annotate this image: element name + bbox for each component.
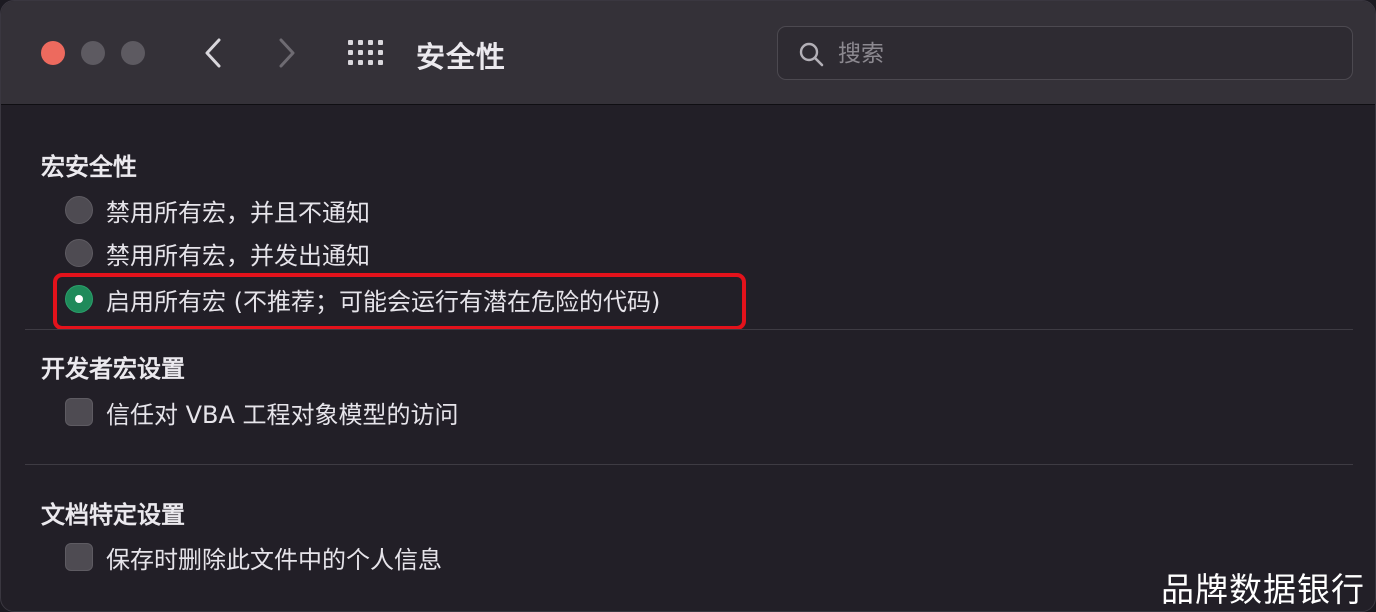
radio-button[interactable] [65,239,93,267]
checkbox-trust-vba[interactable]: 信任对 VBA 工程对象模型的访问 [65,397,459,429]
document-settings-heading: 文档特定设置 [41,501,185,529]
checkbox-remove-personal-info[interactable]: 保存时删除此文件中的个人信息 [65,542,442,574]
section-divider [25,464,1353,465]
preferences-window: 安全性 宏安全性 禁用所有宏，并且不通知 禁用所有宏，并发出通知 启用所有宏 (… [0,0,1376,612]
checkbox-label: 保存时删除此文件中的个人信息 [106,545,442,574]
radio-button[interactable] [65,196,93,224]
macro-security-heading: 宏安全性 [41,153,137,181]
highlight-annotation-box [53,273,746,330]
checkbox[interactable] [65,398,93,426]
search-box[interactable] [777,26,1353,80]
back-button[interactable] [199,35,229,71]
title-bar: 安全性 [1,1,1375,105]
radio-label: 禁用所有宏，并发出通知 [106,241,370,270]
watermark-text: 品牌数据银行 [1161,570,1365,609]
search-input[interactable] [838,37,1318,71]
window-title: 安全性 [416,40,507,74]
developer-macro-heading: 开发者宏设置 [41,355,185,383]
radio-label: 禁用所有宏，并且不通知 [106,198,370,227]
close-window-button[interactable] [41,41,65,65]
show-all-grid-button[interactable] [348,40,384,66]
section-divider [25,329,1353,330]
radio-disable-notify[interactable]: 禁用所有宏，并发出通知 [65,238,370,270]
checkbox[interactable] [65,543,93,571]
radio-disable-no-notify[interactable]: 禁用所有宏，并且不通知 [65,195,370,227]
zoom-window-button[interactable] [121,41,145,65]
search-icon [799,42,824,67]
minimize-window-button[interactable] [81,41,105,65]
forward-button[interactable] [271,35,301,71]
chevron-left-icon [205,38,221,68]
checkbox-label: 信任对 VBA 工程对象模型的访问 [106,400,459,429]
chevron-right-icon [279,38,295,68]
